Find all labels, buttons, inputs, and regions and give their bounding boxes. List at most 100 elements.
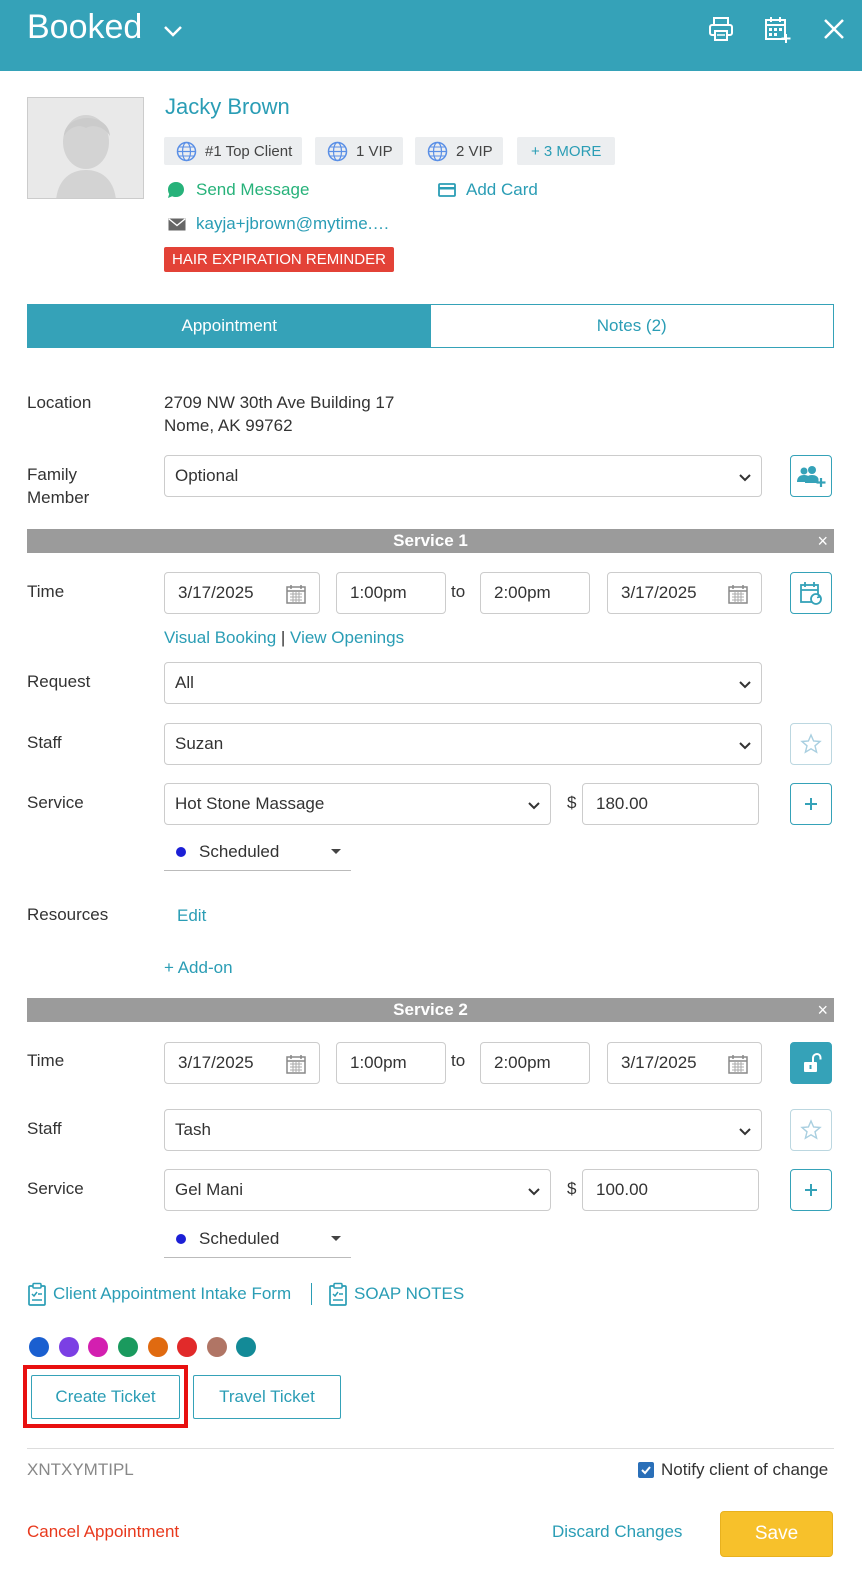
calendar-icon[interactable]	[285, 583, 307, 605]
service-2-service-select[interactable]: Gel Mani	[164, 1169, 551, 1211]
time-label: Time	[27, 582, 65, 601]
notify-client-control[interactable]: Notify client of change	[638, 1460, 828, 1480]
print-icon[interactable]	[706, 14, 736, 44]
service-2-start-date-input[interactable]: 3/17/2025	[164, 1042, 320, 1084]
start-time-value: 1:00pm	[350, 583, 407, 602]
star-icon	[800, 1119, 822, 1140]
calendar-refresh-button[interactable]	[790, 572, 832, 614]
visual-booking-link[interactable]: Visual Booking	[164, 628, 276, 647]
unlock-time-button[interactable]	[790, 1042, 832, 1084]
add-on-link[interactable]: + Add-on	[164, 958, 233, 978]
service-1-title: Service 1	[393, 531, 468, 550]
save-button[interactable]: Save	[720, 1511, 833, 1557]
service-1-end-date-input[interactable]: 3/17/2025	[607, 572, 762, 614]
chat-bubble-icon	[168, 182, 184, 198]
send-message-link[interactable]: Send Message	[166, 180, 309, 200]
soap-notes-link[interactable]: SOAP NOTES	[328, 1282, 464, 1306]
discard-changes-link[interactable]: Discard Changes	[552, 1522, 682, 1542]
service-1-start-date-input[interactable]: 3/17/2025	[164, 572, 320, 614]
service-2-title: Service 2	[393, 1000, 468, 1019]
service-1-status-dropdown[interactable]: Scheduled	[164, 833, 351, 871]
resources-edit-link[interactable]: Edit	[177, 906, 206, 926]
tab-notes[interactable]: Notes (2)	[431, 305, 834, 347]
color-option-blue[interactable]	[29, 1337, 49, 1357]
service-1-price-input[interactable]: 180.00	[582, 783, 759, 825]
envelope-icon	[168, 217, 186, 230]
appointment-status-title[interactable]: Booked	[27, 8, 142, 47]
create-ticket-button[interactable]: Create Ticket	[31, 1375, 180, 1419]
travel-ticket-button[interactable]: Travel Ticket	[193, 1375, 341, 1419]
chevron-down-icon	[739, 1128, 751, 1136]
intake-form-link[interactable]: Client Appointment Intake Form	[27, 1282, 291, 1306]
time-range-to-label: to	[451, 582, 466, 601]
family-member-select[interactable]: Optional	[164, 455, 762, 497]
service-2-price-input[interactable]: 100.00	[582, 1169, 759, 1211]
add-service-button[interactable]	[790, 1169, 832, 1211]
remove-service-1-button[interactable]: ×	[817, 529, 828, 553]
client-name[interactable]: Jacky Brown	[165, 94, 290, 120]
forms-divider	[311, 1283, 312, 1305]
service-1-staff-select[interactable]: Suzan	[164, 723, 762, 765]
client-tag-label: 2 VIP	[456, 142, 493, 160]
soap-notes-label: SOAP NOTES	[354, 1284, 465, 1303]
end-time-value: 2:00pm	[494, 1053, 551, 1072]
status-dot	[176, 1233, 186, 1244]
more-tags-button[interactable]: + 3 MORE	[517, 137, 616, 165]
color-option-purple[interactable]	[59, 1337, 79, 1357]
location-address-line1: 2709 NW 30th Ave Building 17	[164, 393, 395, 412]
service-2-start-time-input[interactable]: 1:00pm	[336, 1042, 446, 1084]
remove-service-2-button[interactable]: ×	[817, 998, 828, 1022]
chevron-down-icon[interactable]	[162, 20, 184, 42]
service-2-staff-select[interactable]: Tash	[164, 1109, 762, 1151]
staff-value: Tash	[175, 1120, 211, 1139]
cancel-appointment-link[interactable]: Cancel Appointment	[27, 1522, 179, 1542]
add-card-label: Add Card	[466, 180, 538, 199]
service-1-start-time-input[interactable]: 1:00pm	[336, 572, 446, 614]
add-card-link[interactable]: Add Card	[438, 180, 538, 200]
client-alert-badge: HAIR EXPIRATION REMINDER	[164, 247, 394, 272]
clipboard-check-icon	[28, 1282, 46, 1306]
family-member-label-line2: Member	[27, 488, 90, 507]
client-tag[interactable]: #1 Top Client	[164, 137, 303, 165]
add-family-member-button[interactable]	[790, 455, 832, 497]
request-select[interactable]: All	[164, 662, 762, 704]
color-option-orange[interactable]	[148, 1337, 168, 1357]
favorite-staff-button[interactable]	[790, 723, 832, 765]
client-tag[interactable]: 2 VIP	[415, 137, 503, 165]
close-icon[interactable]	[819, 14, 849, 44]
color-option-red[interactable]	[177, 1337, 197, 1357]
add-service-button[interactable]	[790, 783, 832, 825]
calendar-add-icon[interactable]	[762, 14, 792, 44]
notify-client-checkbox[interactable]	[638, 1462, 654, 1478]
color-option-brown[interactable]	[207, 1337, 227, 1357]
family-member-value: Optional	[175, 466, 239, 485]
family-member-label-line1: Family	[27, 465, 78, 484]
calendar-icon[interactable]	[727, 583, 749, 605]
client-email[interactable]: kayja+jbrown@mytime.…	[168, 214, 389, 234]
service-2-end-time-input[interactable]: 2:00pm	[480, 1042, 590, 1084]
calendar-icon[interactable]	[727, 1053, 749, 1075]
color-option-teal[interactable]	[236, 1337, 256, 1357]
group-add-icon	[797, 466, 826, 487]
service-1-header: Service 1 ×	[27, 529, 834, 553]
send-message-label: Send Message	[196, 180, 310, 199]
favorite-staff-button[interactable]	[790, 1109, 832, 1151]
service-1-end-time-input[interactable]: 2:00pm	[480, 572, 590, 614]
service-1-service-select[interactable]: Hot Stone Massage	[164, 783, 551, 825]
color-option-green[interactable]	[118, 1337, 138, 1357]
calendar-icon[interactable]	[285, 1053, 307, 1075]
unlock-icon	[804, 1052, 822, 1072]
checkmark-icon	[641, 1466, 651, 1475]
service-2-end-date-input[interactable]: 3/17/2025	[607, 1042, 762, 1084]
status-value: Scheduled	[199, 841, 280, 861]
client-tag-label: 1 VIP	[356, 142, 393, 160]
service-2-header: Service 2 ×	[27, 998, 834, 1022]
color-option-magenta[interactable]	[88, 1337, 108, 1357]
client-tag[interactable]: 1 VIP	[315, 137, 403, 165]
chevron-down-icon	[528, 1188, 540, 1196]
tab-appointment[interactable]: Appointment	[28, 305, 431, 347]
service-2-status-dropdown[interactable]: Scheduled	[164, 1220, 351, 1258]
client-tag-label: #1 Top Client	[205, 142, 293, 160]
view-openings-link[interactable]: View Openings	[290, 628, 404, 647]
client-email-text: kayja+jbrown@mytime.…	[196, 214, 390, 233]
